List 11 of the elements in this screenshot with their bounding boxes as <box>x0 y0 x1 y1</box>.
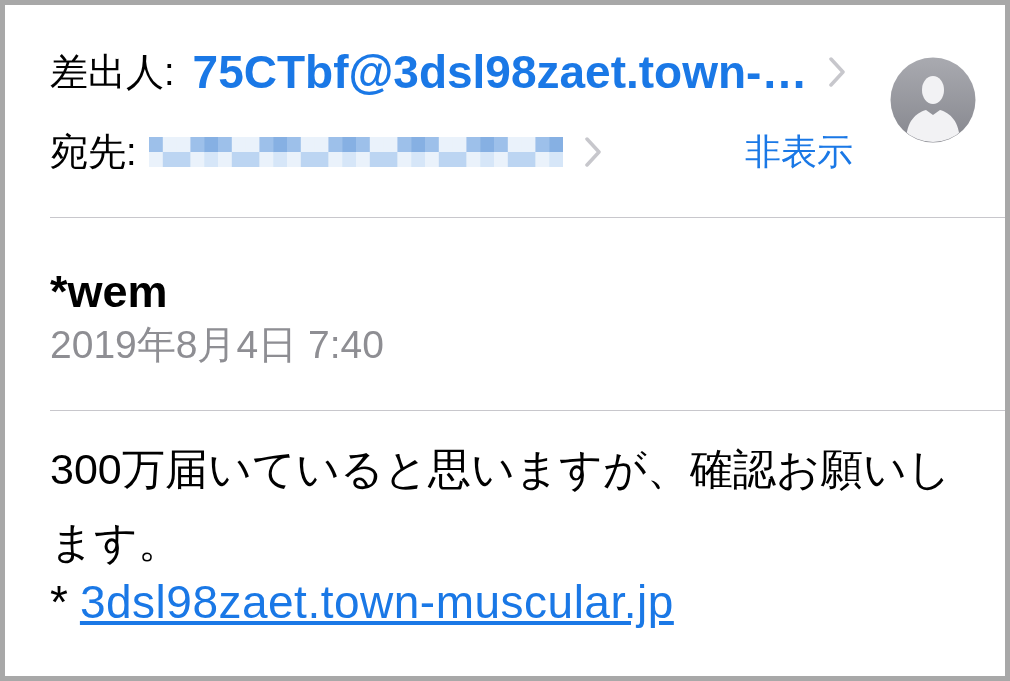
chevron-icon[interactable] <box>829 57 846 87</box>
sender-address[interactable]: 75CTbf@3dsl98zaet.town-… <box>192 45 808 99</box>
asterisk-text: * <box>50 579 68 625</box>
avatar-icon[interactable] <box>890 57 976 143</box>
email-date: 2019年8月4日 7:40 <box>50 322 384 368</box>
to-label: 宛先: <box>50 129 137 175</box>
message-text: 300万届いていると思いますが、確認お願いします。 <box>50 444 952 568</box>
from-label: 差出人: <box>50 49 175 95</box>
chevron-icon[interactable] <box>584 137 601 167</box>
hide-link[interactable]: 非表示 <box>745 127 853 177</box>
email-subject: *wem <box>50 265 168 319</box>
